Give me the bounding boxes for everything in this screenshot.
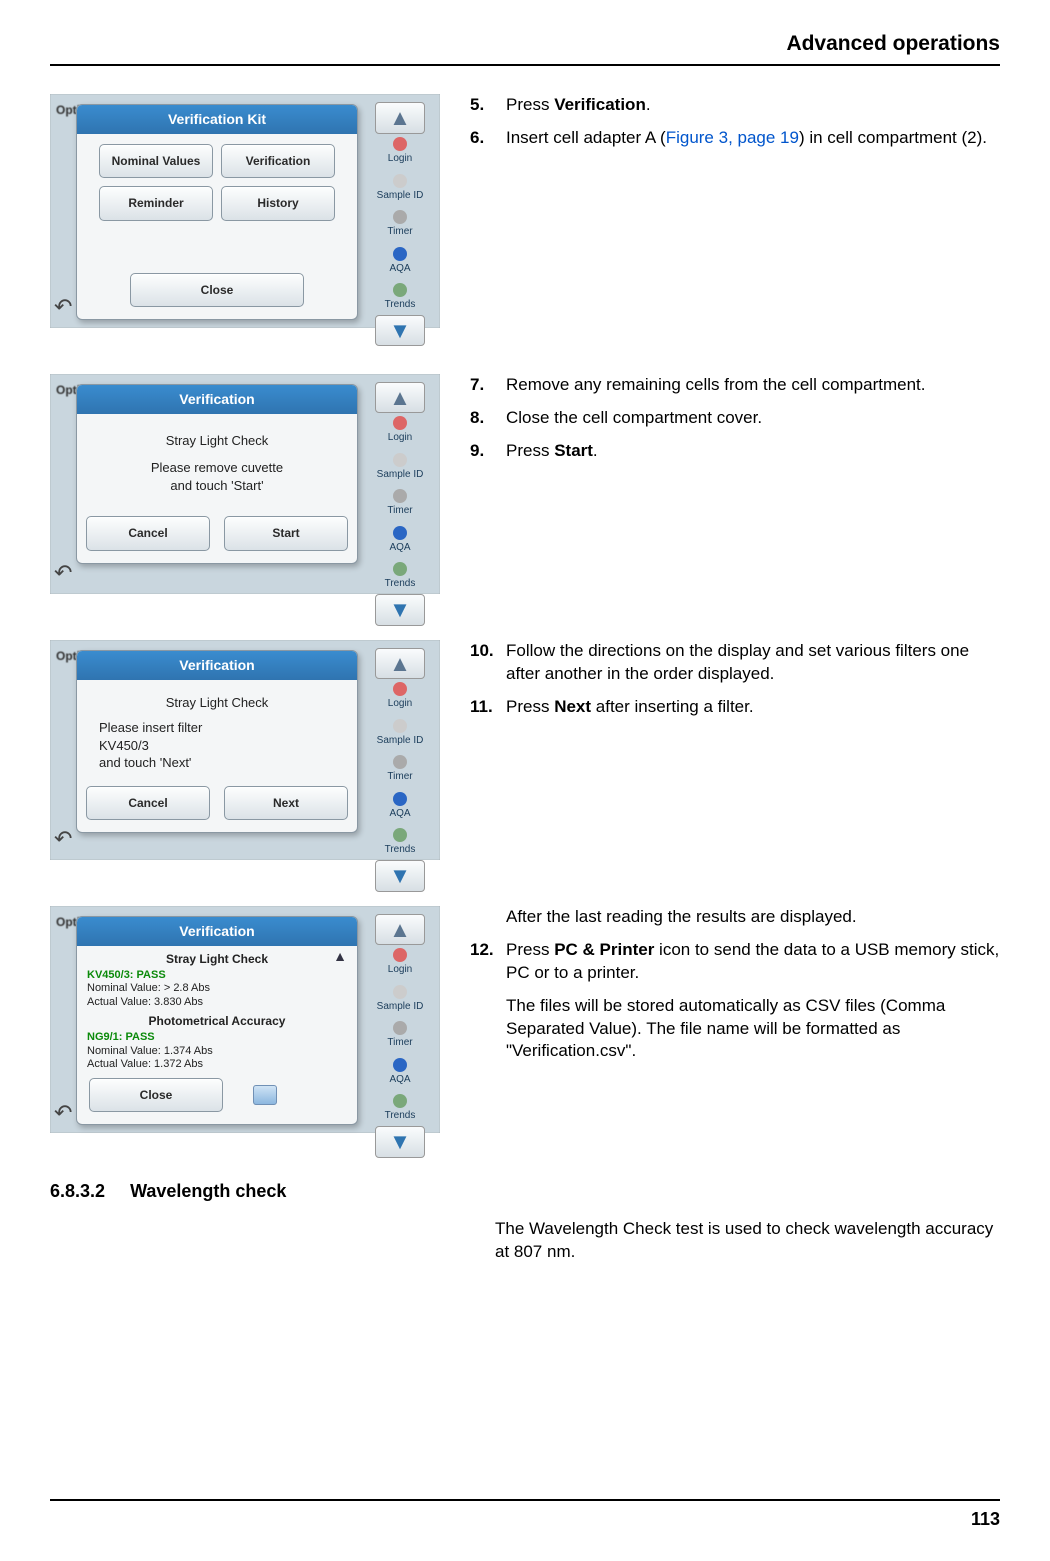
popup-verification-kit: Verification Kit Nominal Values Verifica… — [76, 104, 358, 319]
result-pass: KV450/3: PASS — [87, 969, 347, 983]
close-button[interactable]: Close — [130, 273, 304, 307]
scroll-down-button[interactable]: ▼ — [375, 1126, 425, 1158]
scroll-down-button[interactable]: ▼ — [375, 315, 425, 347]
section-heading: 6.8.3.2 Wavelength check — [50, 1179, 1000, 1203]
results-heading: Photometrical Accuracy — [87, 1014, 347, 1029]
back-icon[interactable]: ↶ — [54, 558, 72, 588]
section-body: The Wavelength Check test is used to che… — [50, 1218, 1000, 1264]
close-button[interactable]: Close — [89, 1078, 223, 1112]
history-button[interactable]: History — [221, 186, 335, 220]
side-aqa[interactable]: AQA — [389, 263, 410, 274]
result-pass: NG9/1: PASS — [87, 1031, 347, 1045]
section-number: 6.8.3.2 — [50, 1181, 105, 1201]
page: Advanced operations Optical Checks Verif… — [0, 0, 1050, 1561]
screenshot-next: Optical Checks Verification Stray Light … — [50, 640, 440, 860]
page-number: 113 — [50, 1507, 1000, 1531]
reminder-button[interactable]: Reminder — [99, 186, 213, 220]
scroll-down-button[interactable]: ▼ — [375, 594, 425, 626]
step-7: 7. Remove any remaining cells from the c… — [470, 374, 1000, 397]
verification-button[interactable]: Verification — [221, 144, 335, 178]
popup-line: and touch 'Start' — [89, 477, 345, 495]
popup-next: Verification Stray Light Check Please in… — [76, 650, 358, 833]
block-results: Optical Checks Verification ▲ Stray Ligh… — [50, 906, 1000, 1134]
next-button[interactable]: Next — [224, 786, 348, 820]
result-nominal: Nominal Value: 1.374 Abs — [87, 1045, 347, 1059]
popup-title: Verification — [77, 917, 357, 946]
header-rule — [50, 64, 1000, 66]
step-8: 8. Close the cell compartment cover. — [470, 407, 1000, 430]
step-10: 10. Follow the directions on the display… — [470, 640, 1000, 686]
step-9: 9. Press Start. — [470, 440, 1000, 463]
step-number: 6. — [470, 127, 500, 150]
side-panel: ▲ Login Sample ID Timer AQA Trends ▼ — [366, 102, 434, 319]
cross-reference[interactable]: Figure 3, page 19 — [666, 128, 799, 147]
scroll-up-icon[interactable]: ▲ — [333, 947, 347, 966]
side-panel: ▲ Login Sample ID Timer AQA Trends ▼ — [366, 382, 434, 586]
popup-line: Stray Light Check — [89, 432, 345, 450]
chapter-title: Advanced operations — [50, 30, 1000, 64]
screenshot-start: Optical Checks Verification Stray Light … — [50, 374, 440, 594]
popup-line: Please insert filter — [99, 719, 335, 737]
instructions-block-1: 5. Press Verification. 6. Insert cell ad… — [470, 94, 1000, 160]
popup-line: and touch 'Next' — [99, 754, 335, 772]
side-panel: ▲ Login Sample ID Timer AQA Trends ▼ — [366, 914, 434, 1126]
scroll-up-button[interactable]: ▲ — [375, 914, 425, 946]
side-trends[interactable]: Trends — [385, 299, 416, 310]
popup-line: Stray Light Check — [99, 694, 335, 712]
block-start: Optical Checks Verification Stray Light … — [50, 374, 1000, 594]
scroll-up-button[interactable]: ▲ — [375, 102, 425, 134]
popup-title: Verification Kit — [77, 105, 357, 134]
popup-results: Verification ▲ Stray Light Check KV450/3… — [76, 916, 358, 1126]
side-login[interactable]: Login — [388, 153, 412, 164]
step-number: 5. — [470, 94, 500, 117]
start-button[interactable]: Start — [224, 516, 348, 550]
result-actual: Actual Value: 1.372 Abs — [87, 1058, 347, 1072]
instructions-block-2: 7. Remove any remaining cells from the c… — [470, 374, 1000, 473]
footer-rule — [50, 1499, 1000, 1501]
scroll-up-button[interactable]: ▲ — [375, 382, 425, 414]
instructions-block-4: After the last reading the results are d… — [470, 906, 1000, 1074]
result-actual: Actual Value: 3.830 Abs — [87, 996, 347, 1010]
step-11: 11. Press Next after inserting a filter. — [470, 696, 1000, 719]
popup-title: Verification — [77, 385, 357, 414]
pc-printer-icon[interactable] — [253, 1085, 277, 1105]
scroll-up-button[interactable]: ▲ — [375, 648, 425, 680]
scroll-down-button[interactable]: ▼ — [375, 860, 425, 892]
side-sample-id[interactable]: Sample ID — [377, 190, 424, 201]
block-next: Optical Checks Verification Stray Light … — [50, 640, 1000, 860]
popup-line: Please remove cuvette — [89, 459, 345, 477]
popup-line: KV450/3 — [99, 737, 335, 755]
screenshot-results: Optical Checks Verification ▲ Stray Ligh… — [50, 906, 440, 1134]
results-heading: Stray Light Check — [87, 952, 347, 967]
section-title: Wavelength check — [130, 1181, 286, 1201]
screenshot-verification-kit: Optical Checks Verification Kit Nominal … — [50, 94, 440, 327]
result-nominal: Nominal Value: > 2.8 Abs — [87, 982, 347, 996]
cancel-button[interactable]: Cancel — [86, 786, 210, 820]
side-timer[interactable]: Timer — [387, 226, 412, 237]
instructions-block-3: 10. Follow the directions on the display… — [470, 640, 1000, 729]
back-icon[interactable]: ↶ — [54, 1098, 72, 1128]
nominal-values-button[interactable]: Nominal Values — [99, 144, 213, 178]
step-6: 6. Insert cell adapter A (Figure 3, page… — [470, 127, 1000, 150]
back-icon[interactable]: ↶ — [54, 292, 72, 322]
popup-start: Verification Stray Light Check Please re… — [76, 384, 358, 564]
step-12-intro: After the last reading the results are d… — [470, 906, 1000, 929]
side-panel: ▲ Login Sample ID Timer AQA Trends ▼ — [366, 648, 434, 852]
block-verification-kit: Optical Checks Verification Kit Nominal … — [50, 94, 1000, 327]
cancel-button[interactable]: Cancel — [86, 516, 210, 550]
step-12-extra: The files will be stored automatically a… — [470, 995, 1000, 1064]
popup-title: Verification — [77, 651, 357, 680]
step-12: 12. Press PC & Printer icon to send the … — [470, 939, 1000, 985]
back-icon[interactable]: ↶ — [54, 824, 72, 854]
page-footer: 113 — [50, 1499, 1000, 1531]
step-5: 5. Press Verification. — [470, 94, 1000, 117]
